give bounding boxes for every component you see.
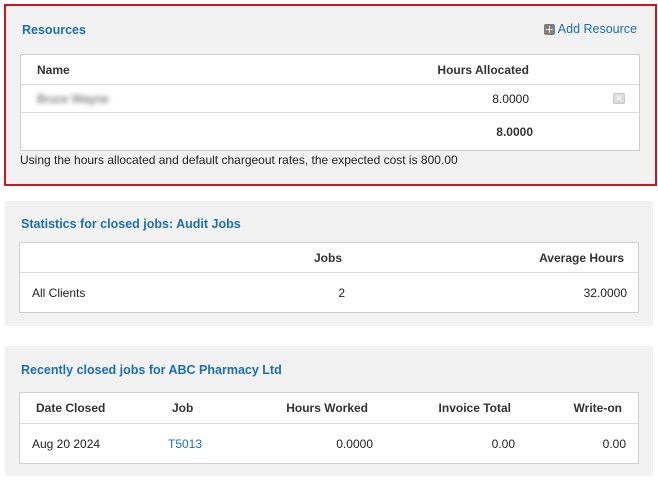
statistics-table: Jobs Average Hours All Clients 2 32.0000: [19, 242, 639, 313]
column-header-invoice-total: Invoice Total: [438, 401, 511, 415]
add-resource-label: Add Resource: [557, 22, 637, 36]
job-invoice-total: 0.00: [491, 437, 515, 451]
resource-name: Bruce Wayne: [37, 92, 109, 106]
column-header-date-closed: Date Closed: [36, 401, 106, 415]
job-write-on: 0.00: [602, 437, 626, 451]
total-row: 8.0000: [21, 113, 639, 151]
job-link[interactable]: T5013: [168, 437, 202, 451]
column-header-name: Name: [37, 63, 70, 77]
column-header-job: Job: [172, 401, 194, 415]
recent-jobs-title: Recently closed jobs for ABC Pharmacy Lt…: [21, 363, 282, 377]
statistics-title: Statistics for closed jobs: Audit Jobs: [21, 217, 241, 231]
stats-jobs-count: 2: [338, 286, 345, 300]
table-row: Aug 20 2024 T5013 0.0000 0.00 0.00: [20, 424, 638, 464]
resources-panel: Resources Add Resource Name Hours Alloca…: [4, 4, 657, 186]
job-hours-worked: 0.0000: [336, 437, 373, 451]
stats-average-hours: 32.0000: [583, 286, 627, 300]
stats-row-label: All Clients: [32, 286, 86, 300]
column-header-average-hours: Average Hours: [539, 251, 624, 265]
remove-resource-icon[interactable]: ✕: [613, 93, 625, 104]
plus-icon: [543, 23, 555, 35]
table-header-row: Name Hours Allocated: [21, 55, 639, 85]
column-header-hours-allocated: Hours Allocated: [437, 63, 529, 77]
resources-table: Name Hours Allocated Bruce Wayne 8.0000 …: [20, 54, 640, 151]
table-row: Bruce Wayne 8.0000 ✕: [21, 85, 639, 113]
resource-hours: 8.0000: [492, 92, 529, 106]
statistics-panel: Statistics for closed jobs: Audit Jobs J…: [5, 201, 653, 326]
table-row: All Clients 2 32.0000: [20, 273, 638, 313]
job-date-closed: Aug 20 2024: [32, 437, 101, 451]
resources-title: Resources: [22, 23, 86, 37]
table-header-row: Date Closed Job Hours Worked Invoice Tot…: [20, 393, 638, 424]
recent-jobs-table: Date Closed Job Hours Worked Invoice Tot…: [19, 392, 639, 464]
recent-jobs-panel: Recently closed jobs for ABC Pharmacy Lt…: [5, 346, 653, 476]
column-header-jobs: Jobs: [313, 251, 342, 265]
total-hours: 8.0000: [496, 125, 533, 139]
column-header-hours-worked: Hours Worked: [286, 401, 368, 415]
add-resource-button[interactable]: Add Resource: [543, 22, 637, 36]
column-header-write-on: Write-on: [573, 401, 622, 415]
table-header-row: Jobs Average Hours: [20, 243, 638, 273]
expected-cost-note: Using the hours allocated and default ch…: [20, 153, 458, 167]
